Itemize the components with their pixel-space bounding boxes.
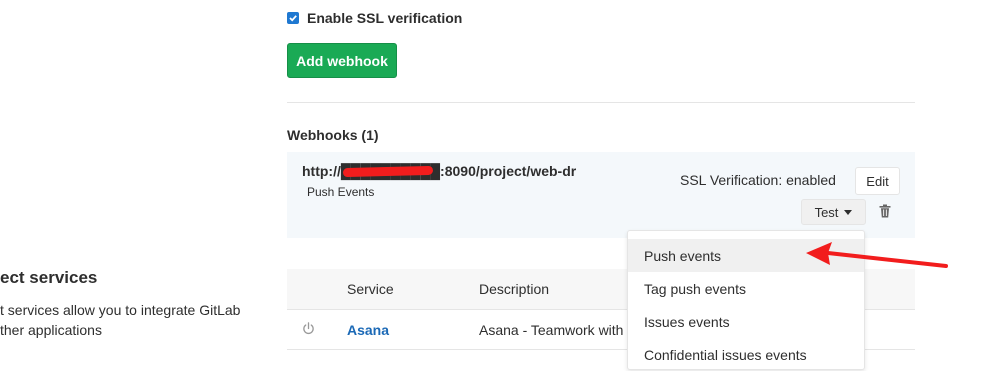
trash-icon[interactable] (879, 204, 891, 218)
dropdown-item-confidential-issues-events[interactable]: Confidential issues events (628, 338, 864, 371)
ssl-verification-checkbox[interactable] (287, 12, 299, 24)
test-button-label: Test (814, 204, 839, 220)
ssl-verification-status: SSL Verification: enabled (680, 172, 836, 188)
ssl-verification-label: Enable SSL verification (307, 10, 463, 26)
caret-down-icon (844, 209, 853, 215)
annotation-arrow-icon (806, 242, 948, 268)
service-description: Asana - Teamwork with (479, 322, 624, 338)
dropdown-item-tag-push-events[interactable]: Tag push events (628, 272, 864, 305)
power-icon (303, 322, 314, 334)
column-header-description: Description (479, 281, 550, 297)
webhooks-heading: Webhooks (1) (287, 127, 379, 143)
edit-webhook-button[interactable]: Edit (855, 167, 900, 195)
test-webhook-button[interactable]: Test (801, 199, 866, 225)
checkmark-icon (289, 15, 297, 22)
services-heading: ect services (0, 268, 98, 287)
webhook-events: Push Events (307, 185, 375, 199)
divider (287, 102, 915, 103)
add-webhook-button[interactable]: Add webhook (287, 43, 397, 78)
dropdown-item-issues-events[interactable]: Issues events (628, 305, 864, 338)
services-description: t services allow you to integrate GitLab… (0, 302, 241, 338)
service-link-asana[interactable]: Asana (347, 322, 389, 338)
column-header-service: Service (347, 281, 394, 297)
